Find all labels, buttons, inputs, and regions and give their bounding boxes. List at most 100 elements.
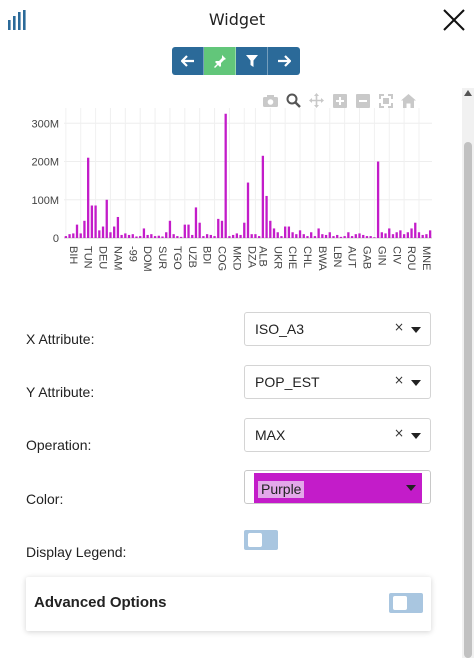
- bar[interactable]: [179, 236, 183, 238]
- bar[interactable]: [124, 233, 127, 238]
- bar[interactable]: [295, 234, 298, 238]
- bar[interactable]: [198, 222, 201, 238]
- bar[interactable]: [324, 234, 328, 238]
- bar[interactable]: [425, 234, 428, 238]
- bar[interactable]: [94, 205, 97, 239]
- bar[interactable]: [213, 236, 216, 238]
- bar[interactable]: [83, 220, 86, 238]
- bar[interactable]: [127, 234, 131, 238]
- operation-select[interactable]: MAX ×: [244, 418, 431, 452]
- bar[interactable]: [302, 234, 305, 238]
- bar[interactable]: [183, 224, 186, 238]
- bar[interactable]: [362, 234, 365, 238]
- y-attribute-select[interactable]: POP_EST ×: [244, 365, 431, 399]
- bar[interactable]: [220, 220, 224, 238]
- bar[interactable]: [176, 236, 179, 238]
- bar[interactable]: [168, 220, 172, 238]
- bar[interactable]: [191, 234, 194, 238]
- bar[interactable]: [153, 236, 157, 238]
- bar[interactable]: [402, 234, 406, 238]
- chevron-down-icon[interactable]: [406, 485, 416, 491]
- bar[interactable]: [165, 232, 168, 238]
- bar[interactable]: [332, 236, 335, 238]
- back-button[interactable]: [172, 47, 204, 75]
- bar[interactable]: [231, 234, 235, 238]
- bar[interactable]: [101, 226, 105, 238]
- advanced-options-card[interactable]: Advanced Options: [26, 577, 431, 631]
- bar[interactable]: [258, 236, 261, 238]
- bar[interactable]: [313, 236, 317, 238]
- bar[interactable]: [161, 236, 164, 238]
- bar[interactable]: [328, 232, 331, 238]
- bar[interactable]: [239, 234, 242, 238]
- clear-icon[interactable]: ×: [394, 320, 404, 334]
- bar[interactable]: [150, 234, 153, 238]
- bar[interactable]: [406, 232, 409, 238]
- bar[interactable]: [243, 222, 246, 238]
- pin-button[interactable]: [204, 47, 236, 75]
- bar[interactable]: [410, 228, 413, 238]
- advanced-options-toggle[interactable]: [389, 593, 423, 613]
- scroll-thumb[interactable]: [464, 142, 472, 658]
- bar[interactable]: [336, 234, 339, 238]
- bar[interactable]: [265, 195, 268, 238]
- bar[interactable]: [339, 236, 343, 238]
- bar[interactable]: [321, 234, 324, 238]
- bar[interactable]: [317, 228, 320, 238]
- bar[interactable]: [72, 233, 75, 238]
- bar[interactable]: [350, 236, 354, 238]
- bar[interactable]: [131, 234, 134, 238]
- bar[interactable]: [272, 228, 276, 238]
- bar[interactable]: [75, 224, 79, 238]
- bar[interactable]: [261, 155, 265, 238]
- bar[interactable]: [64, 236, 68, 238]
- bar[interactable]: [87, 157, 90, 238]
- bar[interactable]: [246, 182, 250, 238]
- forward-button[interactable]: [268, 47, 300, 75]
- bar[interactable]: [217, 218, 220, 238]
- clear-icon[interactable]: ×: [394, 373, 404, 387]
- bar[interactable]: [414, 222, 417, 238]
- bar[interactable]: [202, 236, 205, 238]
- bar[interactable]: [146, 234, 149, 238]
- bar[interactable]: [157, 235, 160, 238]
- bar[interactable]: [354, 234, 357, 238]
- bar[interactable]: [280, 236, 283, 238]
- bar[interactable]: [310, 232, 313, 238]
- bar[interactable]: [142, 228, 146, 238]
- bar[interactable]: [369, 236, 372, 238]
- color-select[interactable]: Purple: [244, 470, 431, 504]
- bar[interactable]: [269, 220, 272, 238]
- bar[interactable]: [250, 234, 253, 238]
- bar[interactable]: [373, 237, 376, 238]
- bar[interactable]: [291, 232, 294, 238]
- bar[interactable]: [172, 234, 175, 238]
- bar[interactable]: [276, 232, 279, 238]
- bar[interactable]: [428, 230, 432, 238]
- bar[interactable]: [109, 232, 112, 238]
- bar[interactable]: [384, 233, 387, 238]
- bar[interactable]: [388, 228, 391, 238]
- bar[interactable]: [343, 236, 346, 238]
- panel-scrollbar[interactable]: [462, 88, 474, 658]
- filter-button[interactable]: [236, 47, 268, 75]
- bar[interactable]: [68, 234, 71, 238]
- bar[interactable]: [417, 232, 421, 238]
- bar[interactable]: [284, 226, 287, 238]
- scroll-up-icon[interactable]: [464, 90, 472, 96]
- chevron-down-icon[interactable]: [411, 380, 421, 386]
- bar[interactable]: [306, 236, 309, 238]
- bar[interactable]: [228, 236, 231, 238]
- x-attribute-select[interactable]: ISO_A3 ×: [244, 312, 431, 346]
- bar[interactable]: [235, 233, 238, 238]
- bar[interactable]: [380, 232, 383, 238]
- bar[interactable]: [287, 226, 291, 238]
- bar[interactable]: [399, 230, 402, 238]
- bar[interactable]: [120, 234, 123, 238]
- clear-icon[interactable]: ×: [394, 426, 404, 440]
- bar[interactable]: [391, 234, 395, 238]
- bar[interactable]: [105, 199, 108, 238]
- bar[interactable]: [224, 113, 227, 238]
- close-icon[interactable]: [440, 6, 468, 34]
- bar[interactable]: [139, 236, 142, 238]
